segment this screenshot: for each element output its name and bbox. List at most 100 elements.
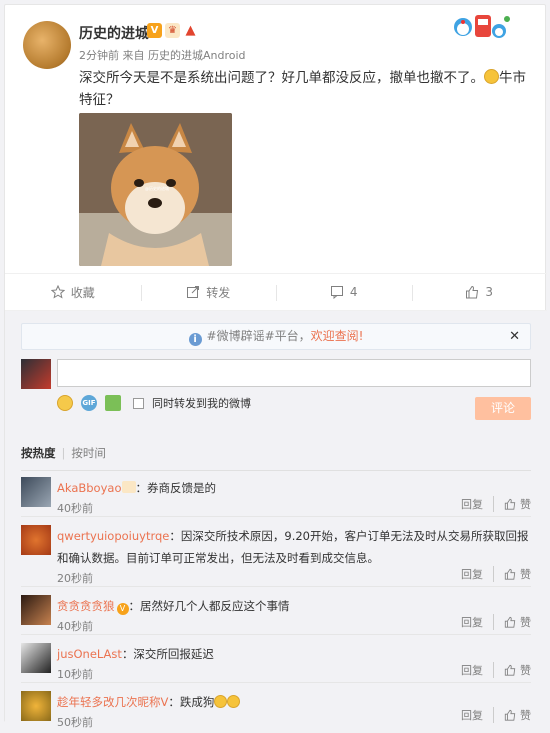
notice-link[interactable]: 欢迎查阅! [311,329,364,343]
close-icon[interactable]: ✕ [509,324,520,349]
picture-icon[interactable] [105,395,121,411]
post-action-bar: 收藏 转发 4 3 [5,273,547,311]
comment-like-label: 赞 [520,498,531,511]
comment-like-label: 赞 [520,616,531,629]
commenter-name[interactable]: AkaBboyao [57,481,122,495]
sort-divider: | [61,446,66,460]
composer-tools: GIF 同时转发到我的微博 [57,395,251,411]
comment-item: 趁年轻多改几次昵称V：跌成狗 50秒前 回复 赞 [21,683,531,729]
comment-like-label: 赞 [520,664,531,677]
comment-item: jusOneLAst：深交所回报延迟 10秒前 回复 赞 [21,635,531,683]
commenter-avatar[interactable] [21,691,51,721]
commenter-avatar[interactable] [21,595,51,625]
comment-like-label: 赞 [520,709,531,722]
comment-item: AkaBboyao ：券商反馈是的 40秒前 回复 赞 [21,469,531,517]
vip-crown-icon[interactable] [121,481,136,493]
comment-text: ：居然好几个人都反应这个事情 [128,599,290,613]
vip-v-icon[interactable]: V [116,603,129,615]
author-username[interactable]: 历史的进城 [79,23,149,43]
comment-button[interactable]: 4 [276,274,412,310]
comment-area: i #微博辟谣#平台，欢迎查阅! ✕ GIF 同时转发到我的微博 评论 按热度 | 按… [5,311,547,729]
comment-like-button[interactable]: 赞 [504,614,531,630]
commenter-name[interactable]: 贪贪贪贪狼 [57,599,115,613]
post-source[interactable]: 来自 历史的进城Android [123,49,246,62]
commenter-avatar[interactable] [21,643,51,673]
thumbs-up-icon [504,498,516,510]
commenter-name[interactable]: 趁年轻多改几次昵称V [57,695,168,709]
comment-like-button[interactable]: 赞 [504,496,531,512]
my-avatar[interactable] [21,359,51,389]
submit-comment-button[interactable]: 评论 [475,397,531,420]
repost-label: 转发 [206,285,231,300]
comment-like-button[interactable]: 赞 [504,662,531,678]
vip-crown-icon[interactable]: ♛ [165,23,180,38]
sort-by-hot[interactable]: 按热度 [21,446,56,460]
comment-time: 10秒前 [57,668,93,681]
reply-button[interactable]: 回复 [461,614,494,630]
crying-emoji-icon [214,695,228,708]
commenter-name[interactable]: qwertyuiopoiuytrqe [57,529,169,543]
favorite-button[interactable]: 收藏 [5,274,141,310]
comment-like-button[interactable]: 赞 [504,707,531,723]
crying-emoji-icon [227,695,241,708]
comment-time: 40秒前 [57,620,93,633]
comment-actions: 回复 赞 [461,662,531,678]
comment-count: 4 [349,285,358,299]
thumbs-up-icon [466,285,479,299]
reply-button[interactable]: 回复 [461,662,494,678]
star-icon [50,285,65,299]
verified-v-icon[interactable]: V [147,23,162,38]
comment-item: 贪贪贪贪狼 V ：居然好几个人都反应这个事情 40秒前 回复 赞 [21,587,531,635]
like-count: 3 [485,285,494,299]
comment-time: 50秒前 [57,716,93,729]
comment-like-label: 赞 [520,568,531,581]
post-meta: 2分钟前 来自 历史的进城Android [79,47,246,63]
also-repost-checkbox[interactable] [133,397,144,409]
like-button[interactable]: 3 [411,274,548,310]
image-watermark: @历史的进城 [145,185,169,191]
author-avatar[interactable] [23,21,71,69]
shiba-dog-image-icon: @历史的进城 [79,113,232,266]
thumbs-up-icon [504,709,516,721]
weibo-card: 历史的进城 V ♛ ▲ 2分钟前 来自 历史的进城Android 深交所今天是不… [4,4,547,729]
commenter-avatar[interactable] [21,477,51,507]
post-time[interactable]: 2分钟前 [79,49,119,62]
favorite-label: 收藏 [70,285,95,300]
comment-list: AkaBboyao ：券商反馈是的 40秒前 回复 赞 qwertyuiopoiu… [21,469,531,729]
comment-input[interactable] [57,359,531,387]
rumor-notice-bar: i #微博辟谣#平台，欢迎查阅! ✕ [21,323,531,350]
comment-actions: 回复 赞 [461,614,531,630]
comment-like-button[interactable]: 赞 [504,566,531,582]
reply-button[interactable]: 回复 [461,707,494,723]
author-badges: V ♛ ▲ [147,23,198,38]
comment-text: ：深交所回报延迟 [121,647,214,661]
thumbs-up-icon [504,664,516,676]
laugh-cry-emoji-icon [484,69,499,84]
thumbs-up-icon [504,568,516,580]
commenter-avatar[interactable] [21,525,51,555]
doraemon-sticker-icon [454,15,510,38]
emoji-face-icon[interactable] [57,395,73,411]
gif-icon[interactable]: GIF [81,395,97,411]
post-text-main: 深交所今天是不是系统出问题了？好几单都没反应，撤单也撤不了。 [79,70,484,86]
comment-text: ：跌成狗 [168,695,215,709]
reply-button[interactable]: 回复 [461,496,494,512]
reply-button[interactable]: 回复 [461,566,494,582]
repost-icon [187,286,200,298]
level-a-icon[interactable]: ▲ [183,23,198,38]
comment-actions: 回复 赞 [461,566,531,582]
comment-text: ：券商反馈是的 [135,481,217,495]
comment-time: 20秒前 [57,572,93,585]
comment-item: qwertyuiopoiuytrqe：因深交所技术原因，9.20开始，客户订单无… [21,517,531,587]
thumbs-up-icon [504,616,516,628]
repost-button[interactable]: 转发 [140,274,277,310]
post-image[interactable]: @历史的进城 [79,113,232,266]
sort-by-time[interactable]: 按时间 [71,446,106,460]
commenter-name[interactable]: jusOneLAst [57,647,122,661]
post-text: 深交所今天是不是系统出问题了？好几单都没反应，撤单也撤不了。 牛市特征？ [79,67,529,111]
comment-actions: 回复 赞 [461,496,531,512]
also-repost-label: 同时转发到我的微博 [152,397,251,410]
comment-sort-bar: 按热度 | 按时间 [21,445,531,471]
notice-text: #微博辟谣#平台， [206,329,311,343]
comment-icon [330,286,343,299]
